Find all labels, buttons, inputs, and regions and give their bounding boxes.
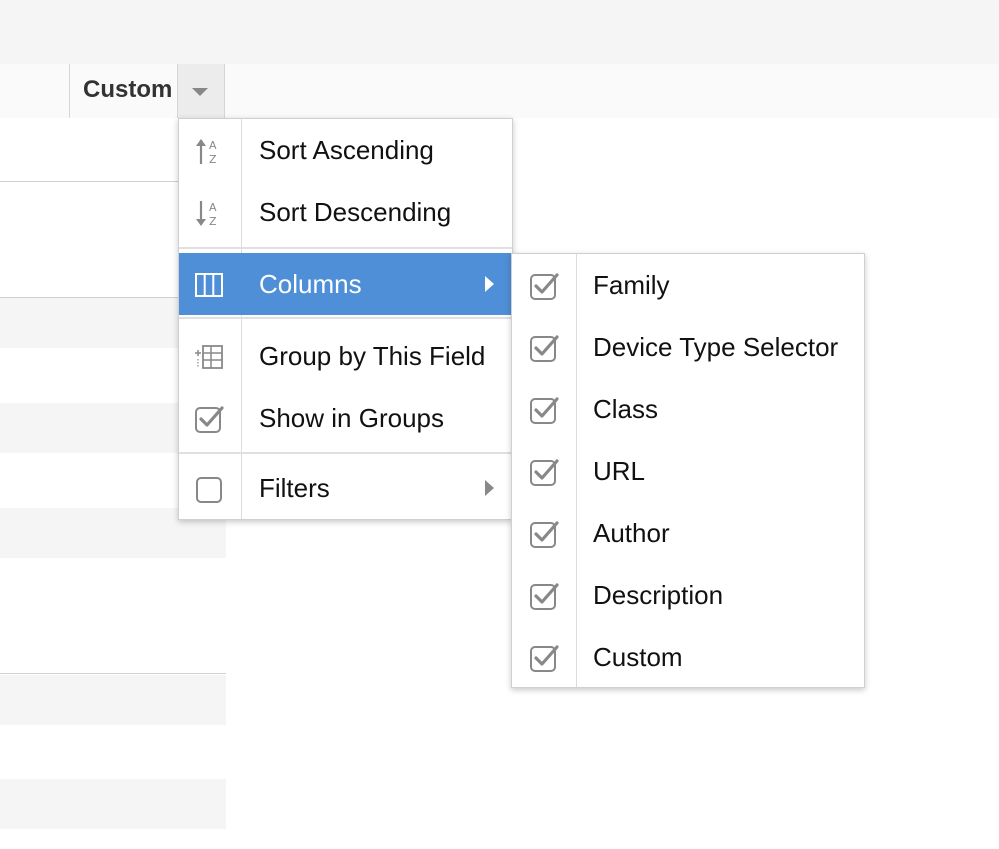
grid-row-band <box>0 675 226 725</box>
submenu-arrow-icon <box>485 480 494 496</box>
columns-icon <box>193 269 225 301</box>
column-menu-trigger[interactable] <box>177 64 225 118</box>
column-toggle-family[interactable]: Family <box>512 254 864 316</box>
column-toggle-label: Family <box>593 270 670 300</box>
menu-separator <box>179 247 512 249</box>
chevron-down-icon <box>192 88 208 96</box>
menu-item-label: Columns <box>259 269 362 299</box>
column-toggle-label: Device Type Selector <box>593 332 839 362</box>
column-toggle-custom[interactable]: Custom <box>512 626 864 688</box>
column-toggle-label: Description <box>593 580 724 610</box>
column-menu: A Z Sort Ascending A Z Sort Descending C… <box>178 118 513 520</box>
column-toggle-author[interactable]: Author <box>512 502 864 564</box>
column-toggle-label: Class <box>593 394 659 424</box>
checkbox-checked-icon <box>528 332 560 364</box>
menu-item-show-in-groups[interactable]: Show in Groups <box>179 387 512 449</box>
checkbox-checked-icon <box>528 518 560 550</box>
menu-item-filters[interactable]: Filters <box>179 457 512 519</box>
checkbox-checked-icon <box>528 456 560 488</box>
menu-item-label: Sort Descending <box>259 197 452 227</box>
column-toggle-label: URL <box>593 456 646 486</box>
menu-item-label: Show in Groups <box>259 403 444 433</box>
svg-text:A: A <box>209 139 217 152</box>
menu-item-label: Group by This Field <box>259 341 486 371</box>
column-toggle-class[interactable]: Class <box>512 378 864 440</box>
column-toggle-device-type-selector[interactable]: Device Type Selector <box>512 316 864 378</box>
checkbox-checked-icon <box>528 580 560 612</box>
menu-separator <box>179 317 512 319</box>
svg-text:Z: Z <box>209 215 217 228</box>
toolbar-area <box>0 0 999 64</box>
sort-descending-icon: A Z <box>193 197 225 229</box>
checkbox-checked-icon <box>528 642 560 674</box>
svg-text:Z: Z <box>209 153 217 166</box>
menu-item-group-by-field[interactable]: Group by This Field <box>179 325 512 387</box>
menu-item-sort-descending[interactable]: A Z Sort Descending <box>179 181 512 243</box>
sort-ascending-icon: A Z <box>193 135 225 167</box>
grid-row-band <box>0 779 226 829</box>
menu-item-label: Sort Ascending <box>259 135 434 165</box>
group-by-icon <box>193 341 225 373</box>
checkbox-checked-icon <box>528 394 560 426</box>
menu-item-label: Filters <box>259 473 330 503</box>
columns-submenu: Family Device Type Selector Class URL Au… <box>511 253 865 688</box>
menu-item-columns[interactable]: Columns <box>179 253 512 315</box>
menu-separator <box>179 452 512 454</box>
column-header-label: Custom <box>83 76 173 103</box>
column-toggle-label: Author <box>593 518 670 548</box>
svg-text:A: A <box>209 201 217 214</box>
column-toggle-label: Custom <box>593 642 683 672</box>
checkbox-checked-icon <box>528 270 560 302</box>
grid-row-divider <box>0 673 226 674</box>
checkbox-unchecked-icon <box>193 473 225 505</box>
column-toggle-description[interactable]: Description <box>512 564 864 626</box>
submenu-arrow-icon <box>485 276 494 292</box>
column-toggle-url[interactable]: URL <box>512 440 864 502</box>
column-header-custom[interactable]: Custom <box>70 64 225 118</box>
checkbox-checked-icon <box>193 403 225 435</box>
menu-item-sort-ascending[interactable]: A Z Sort Ascending <box>179 119 512 181</box>
